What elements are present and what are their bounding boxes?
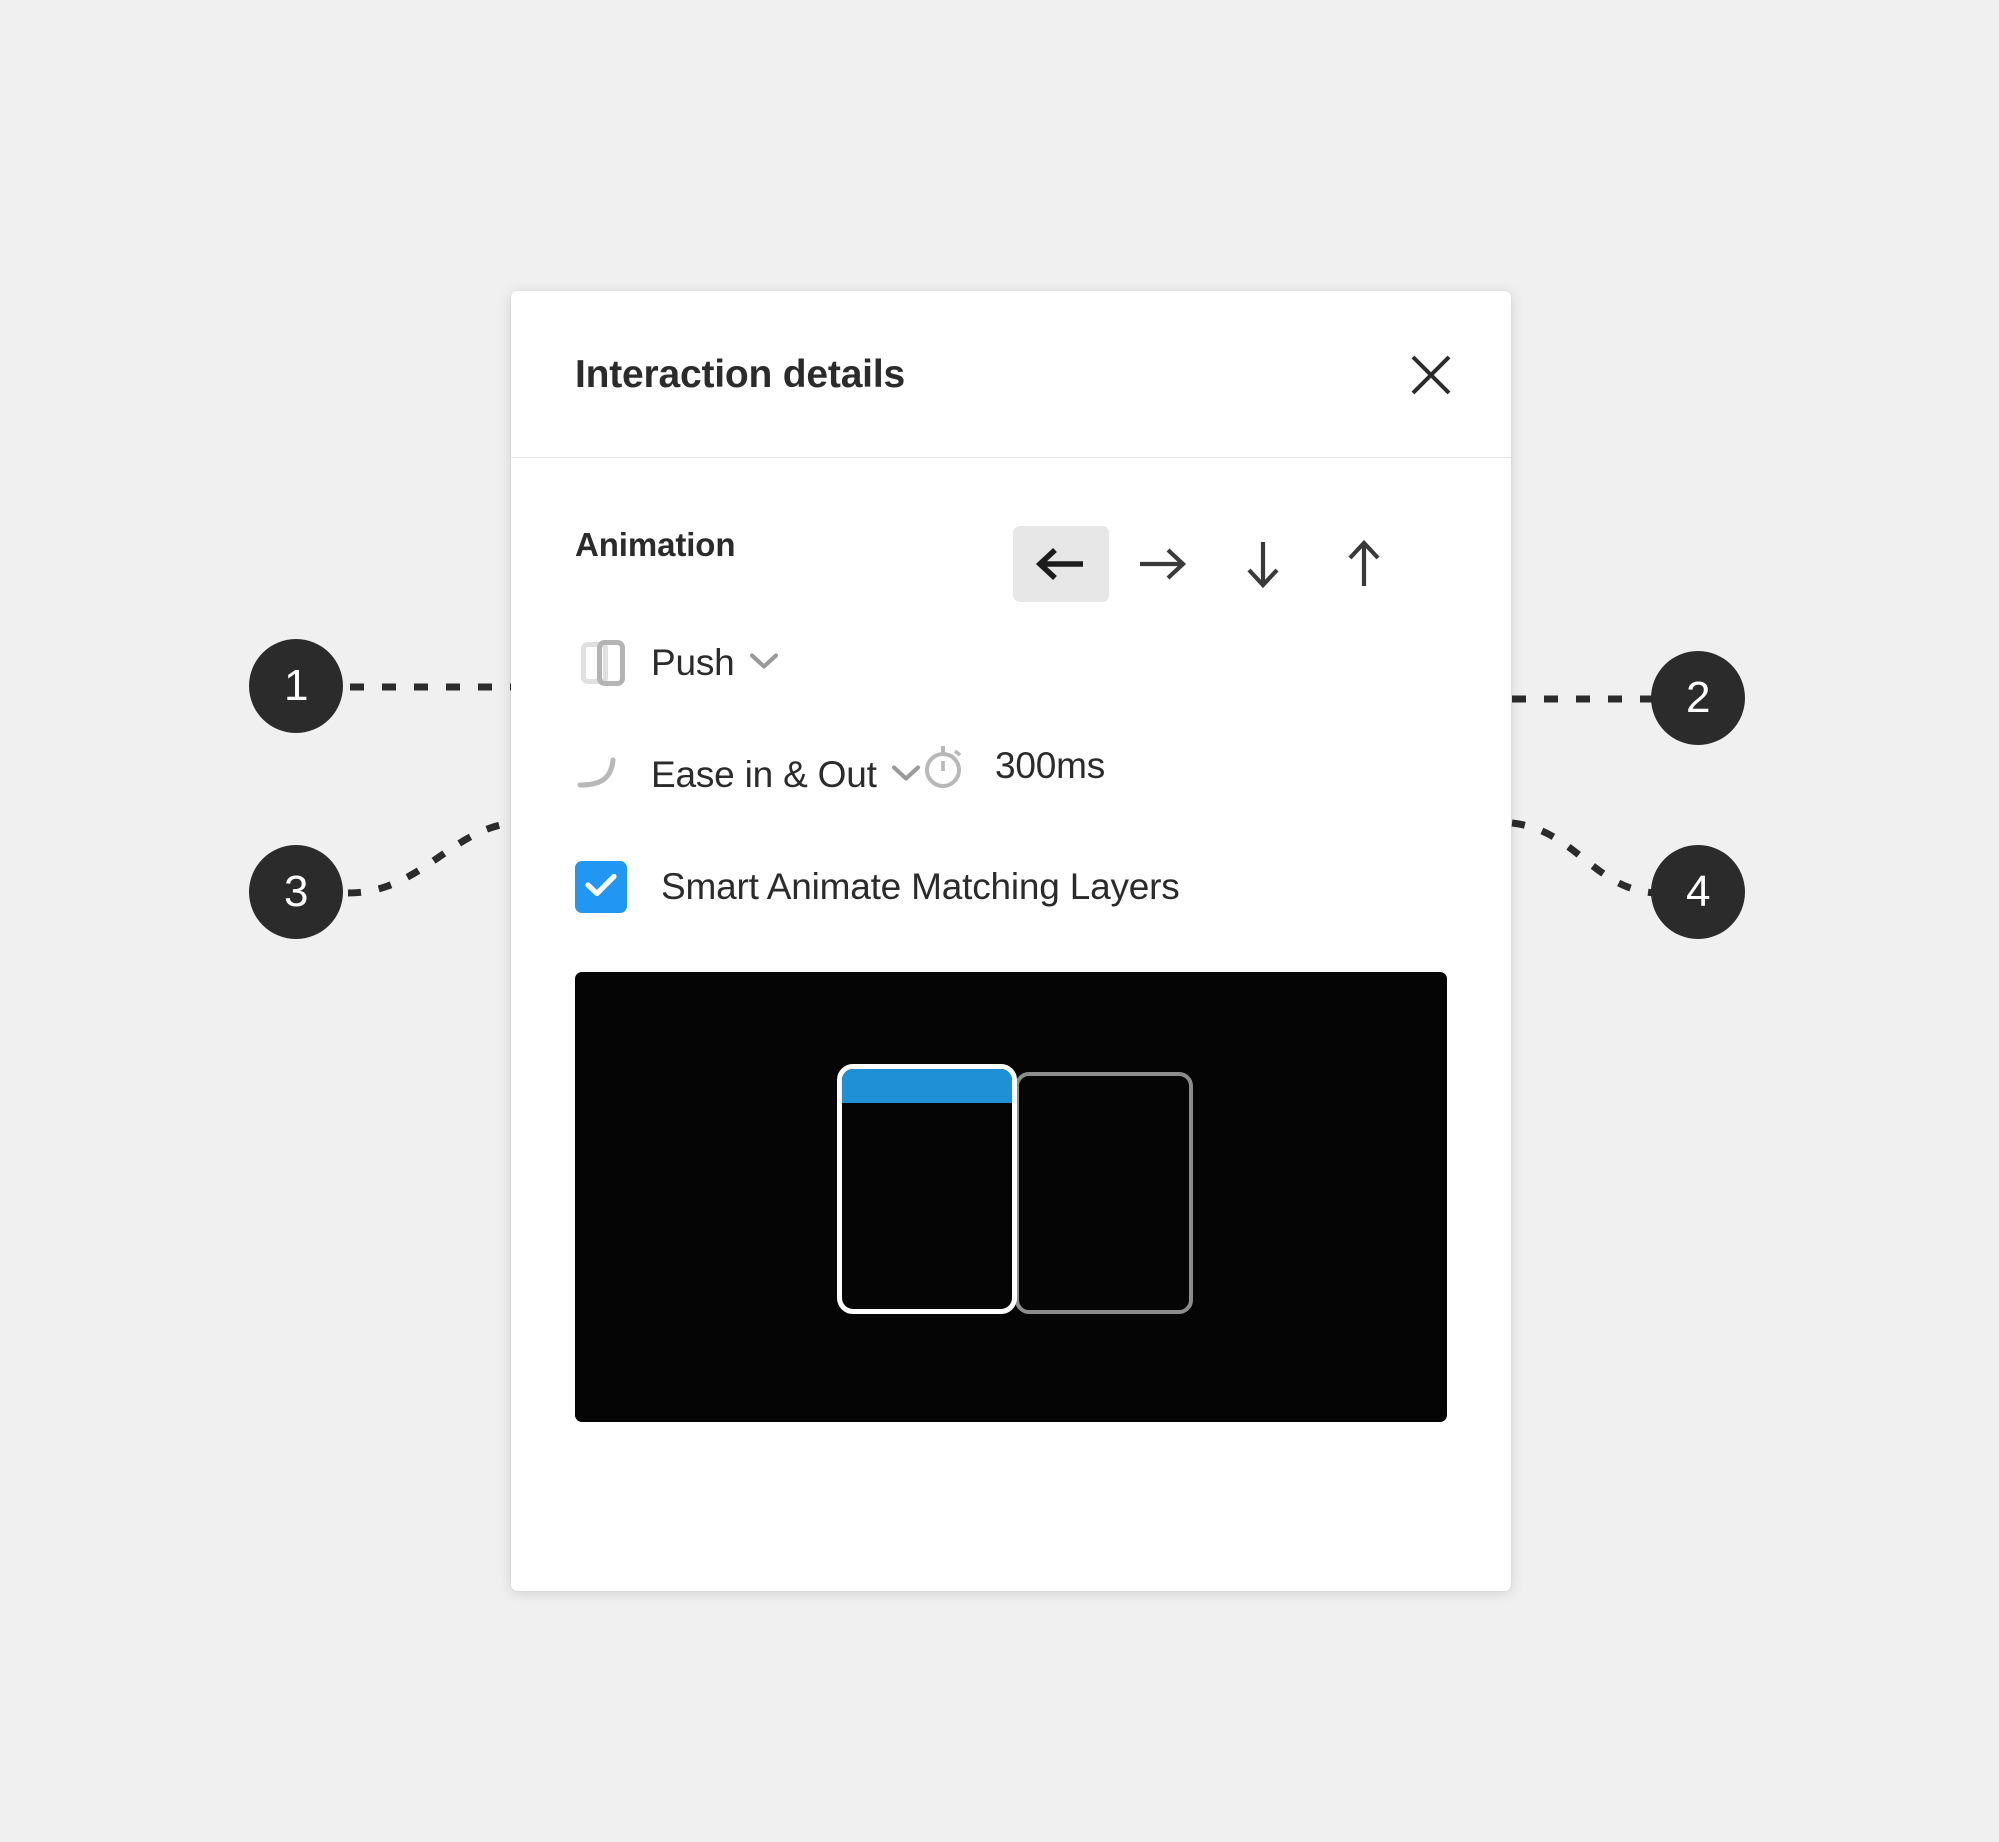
callout-badge-2-number: 2 [1686,673,1710,722]
callout-badge-1-number: 1 [284,661,308,710]
close-button[interactable] [1403,347,1459,403]
duration-group[interactable]: 300ms [917,738,1105,794]
checkmark-icon [584,872,618,903]
arrow-right-icon [1136,544,1188,584]
page-title: Interaction details [575,353,905,396]
transition-row: Push [575,526,1447,700]
direction-up-button[interactable] [1316,526,1412,602]
direction-left-button[interactable] [1013,526,1109,602]
connector-line-4 [1511,819,1657,897]
easing-type-value: Ease in & Out [651,754,877,795]
callout-badge-3: 3 [249,845,343,939]
callout-badge-3-number: 3 [284,867,308,916]
ease-curve-icon [575,747,631,803]
callout-badge-4: 4 [1651,845,1745,939]
panel-header: Interaction details [511,291,1511,458]
callout-badge-1: 1 [249,639,343,733]
direction-down-button[interactable] [1215,526,1311,602]
smart-animate-label: Smart Animate Matching Layers [661,866,1180,907]
screenshot-root: 1 2 3 4 Interaction details Animation Pu… [0,0,1999,1842]
panel-body: Animation Push Ease in & Out 300ms Smart… [511,526,1511,1422]
preview-incoming-frame-bar [842,1069,1012,1103]
easing-row: Ease in & Out 300ms [575,738,1447,812]
direction-right-button[interactable] [1114,526,1210,602]
arrow-down-icon [1243,538,1283,590]
stopwatch-icon [917,738,973,794]
direction-arrow-group [1013,526,1417,602]
interaction-details-panel: Interaction details Animation Push Ease … [511,291,1511,1591]
arrow-up-icon [1344,538,1384,590]
smart-animate-row[interactable]: Smart Animate Matching Layers [575,854,1447,920]
preview-incoming-frame [837,1064,1017,1314]
preview-outgoing-frame [1015,1072,1193,1314]
callout-badge-4-number: 4 [1686,867,1710,916]
duration-value: 300ms [995,745,1106,786]
transition-type-value: Push [651,642,735,683]
smart-animate-checkbox[interactable] [575,861,627,913]
animation-preview [575,972,1447,1422]
connector-line-3 [347,819,513,897]
close-icon [1408,352,1454,398]
callout-badge-2: 2 [1651,651,1745,745]
transition-type-select[interactable]: Push [651,642,779,684]
chevron-down-icon [749,652,779,674]
push-panels-icon [575,635,631,691]
easing-type-select[interactable]: Ease in & Out [651,754,921,796]
arrow-left-icon [1035,544,1087,584]
